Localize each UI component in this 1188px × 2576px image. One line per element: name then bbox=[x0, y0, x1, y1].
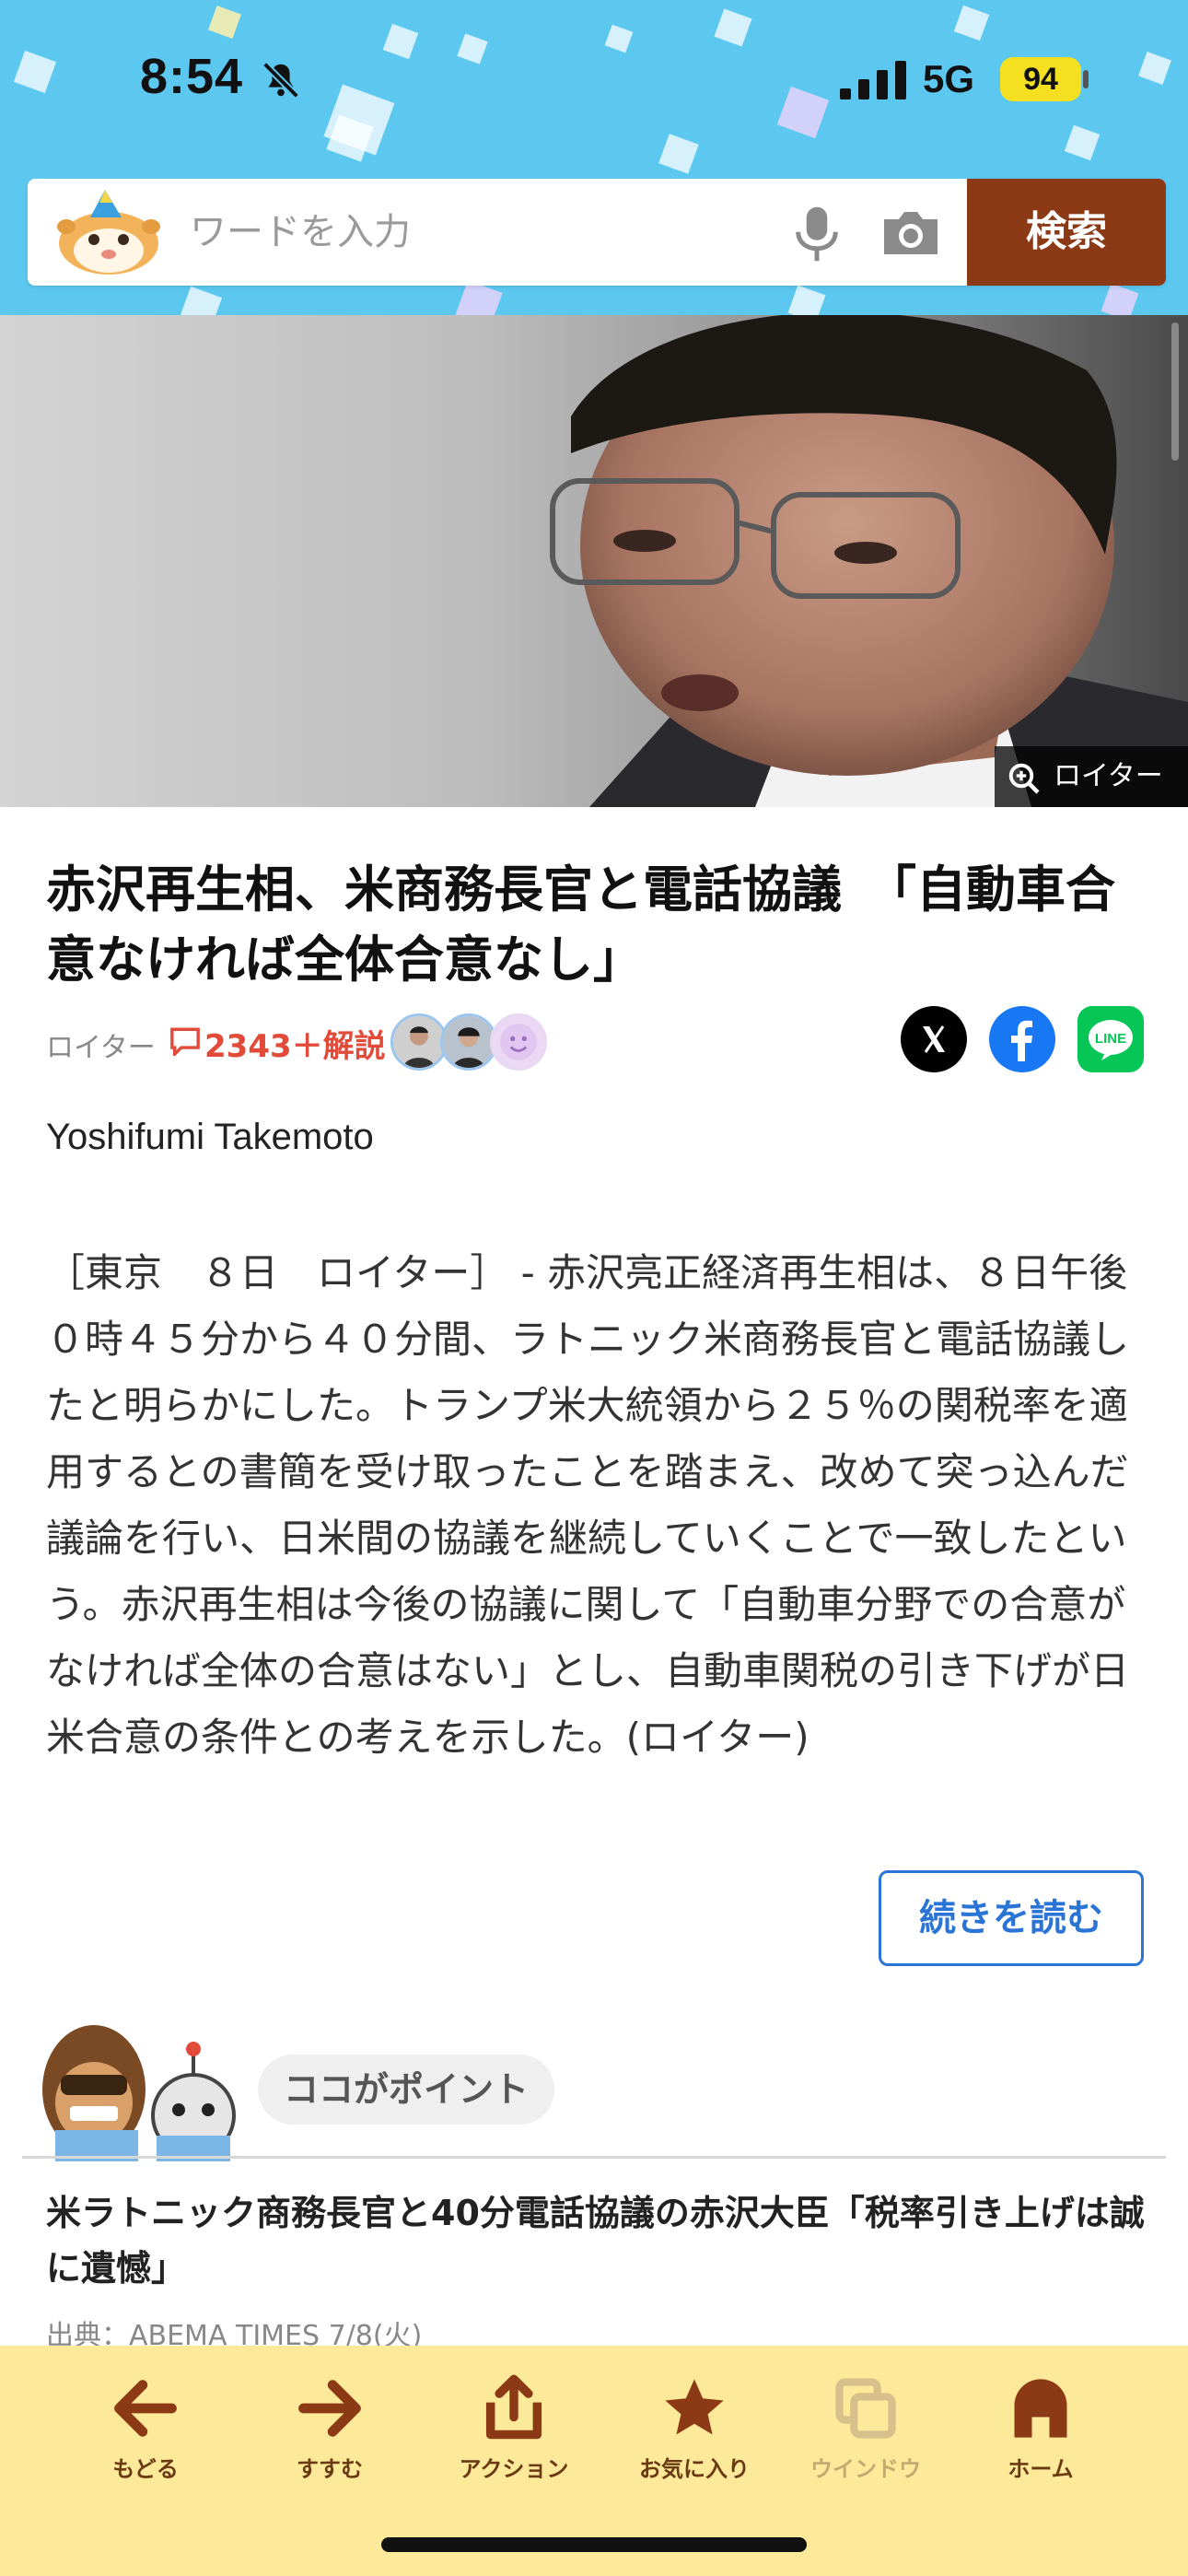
article-meta: ロイター 2343＋解説 LINE bbox=[46, 1006, 1151, 1072]
battery-level: 94 bbox=[1000, 57, 1081, 101]
search-button[interactable]: 検索 bbox=[967, 179, 1166, 286]
share-line-button[interactable]: LINE bbox=[1077, 1006, 1144, 1072]
article-body: ［東京 ８日 ロイター］ - 赤沢亮正経済再生相は、８日午後０時４５分から４０分… bbox=[46, 1250, 1130, 1760]
point-label: ココがポイント bbox=[258, 2055, 554, 2125]
share-icon bbox=[485, 2374, 542, 2440]
confetti-decoration bbox=[1101, 283, 1139, 315]
confetti-decoration bbox=[455, 280, 503, 315]
confetti-decoration bbox=[179, 286, 223, 315]
expert-avatars[interactable] bbox=[390, 1013, 556, 1071]
article-source[interactable]: ロイター bbox=[46, 1025, 156, 1065]
toolbar-action-label: アクション bbox=[459, 2456, 569, 2482]
article-byline: Yoshifumi Takemoto bbox=[46, 1117, 374, 1157]
search-bar: 検索 bbox=[28, 179, 1166, 286]
avatar bbox=[440, 1013, 497, 1071]
house-icon bbox=[1014, 2379, 1067, 2438]
divider bbox=[22, 2156, 1166, 2159]
comment-count-link[interactable]: 2343＋解説 bbox=[204, 1021, 386, 1066]
mascot-logo-icon[interactable] bbox=[48, 186, 168, 278]
share-facebook-button[interactable] bbox=[989, 1006, 1055, 1072]
x-logo-icon bbox=[923, 1025, 945, 1053]
comment-icon bbox=[170, 1027, 200, 1056]
camera-icon[interactable] bbox=[880, 206, 941, 258]
toolbar-forward-button[interactable]: すすむ bbox=[247, 2373, 413, 2502]
share-x-button[interactable] bbox=[901, 1006, 967, 1072]
line-logo-icon: LINE bbox=[1089, 1020, 1133, 1060]
status-time: 8:54 bbox=[140, 49, 244, 104]
read-more-button[interactable]: 続きを読む bbox=[879, 1870, 1144, 1966]
app-header: 8:54 5G 94 ワードを入力 検索 bbox=[0, 0, 1188, 315]
toolbar-action-button[interactable]: アクション bbox=[431, 2373, 597, 2502]
portrait-photo bbox=[550, 315, 1188, 807]
home-indicator[interactable] bbox=[381, 2537, 807, 2552]
toolbar-favorite-button[interactable]: お気に入り bbox=[611, 2373, 777, 2502]
toolbar-back-label: もどる bbox=[112, 2456, 179, 2482]
confetti-decoration bbox=[787, 285, 826, 315]
toolbar-favorite-label: お気に入り bbox=[639, 2456, 750, 2482]
page-scrollbar[interactable] bbox=[1171, 322, 1179, 461]
toolbar-home-label: ホーム bbox=[1007, 2456, 1074, 2482]
toolbar-home-button[interactable]: ホーム bbox=[958, 2373, 1124, 2502]
avatar bbox=[390, 1013, 448, 1071]
arrow-right-icon bbox=[298, 2380, 361, 2437]
related-article-title[interactable]: 米ラトニック商務長官と40分電話協議の赤沢大臣「税率引き上げは誠に遺憾」 bbox=[46, 2185, 1151, 2296]
point-mascots-icon bbox=[42, 2025, 236, 2161]
svg-text:LINE: LINE bbox=[1095, 1031, 1126, 1047]
toolbar-window-button[interactable]: ウインドウ bbox=[783, 2373, 949, 2502]
microphone-icon[interactable] bbox=[792, 205, 842, 263]
avatar bbox=[490, 1013, 547, 1071]
arrow-left-icon bbox=[114, 2380, 177, 2437]
zoom-in-icon bbox=[1008, 763, 1040, 794]
toolbar-forward-label: すすむ bbox=[297, 2456, 363, 2482]
search-input[interactable] bbox=[190, 199, 779, 265]
windows-icon bbox=[835, 2378, 896, 2439]
toolbar-back-button[interactable]: もどる bbox=[63, 2373, 228, 2502]
cellular-signal-icon bbox=[840, 61, 906, 100]
facebook-logo-icon bbox=[1011, 1020, 1032, 1061]
status-bar: 8:54 5G 94 bbox=[0, 0, 1188, 157]
article-hero-image[interactable] bbox=[0, 315, 1188, 807]
star-icon bbox=[665, 2379, 724, 2435]
bell-slash-icon bbox=[262, 62, 299, 99]
battery-tip bbox=[1083, 70, 1089, 88]
network-type: 5G bbox=[923, 57, 975, 100]
toolbar-window-label: ウインドウ bbox=[810, 2456, 921, 2482]
article-title: 赤沢再生相、米商務長官と電話協議 「自動車合意なければ全体合意なし」 bbox=[46, 861, 1115, 989]
